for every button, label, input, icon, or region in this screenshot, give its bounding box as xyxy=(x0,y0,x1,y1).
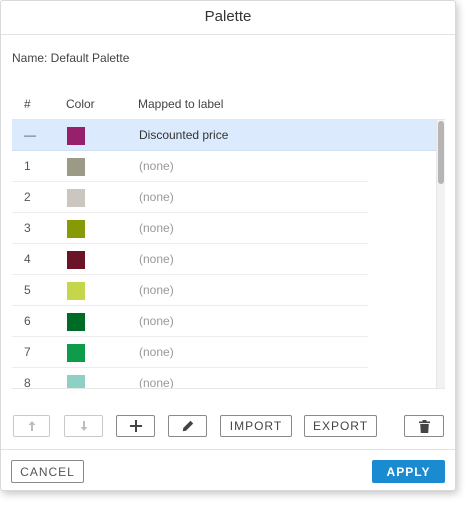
cancel-button[interactable]: CANCEL xyxy=(11,460,84,483)
palette-row[interactable]: 5 (none) xyxy=(12,275,368,306)
import-button[interactable]: IMPORT xyxy=(220,415,292,437)
table-header: # Color Mapped to label xyxy=(12,97,436,115)
palette-list[interactable]: — Discounted price 1 (none) 2 (none) 3 (none) 4 (… xyxy=(12,119,445,389)
move-down-button[interactable] xyxy=(64,415,103,437)
header-number: # xyxy=(24,97,31,111)
row-number: 7 xyxy=(24,345,31,359)
footer-divider xyxy=(1,449,455,450)
color-swatch[interactable] xyxy=(67,189,85,207)
plus-icon xyxy=(129,420,142,432)
palette-row[interactable]: — Discounted price xyxy=(12,120,436,151)
palette-row[interactable]: 7 (none) xyxy=(12,337,368,368)
mapped-label: (none) xyxy=(139,283,174,297)
scrollbar-thumb[interactable] xyxy=(438,121,444,184)
arrow-down-icon xyxy=(80,421,87,431)
row-number: 8 xyxy=(24,376,31,389)
mapped-label: (none) xyxy=(139,376,174,389)
add-color-button[interactable] xyxy=(116,415,155,437)
palette-row[interactable]: 2 (none) xyxy=(12,182,368,213)
row-number: — xyxy=(24,128,36,142)
palette-dialog: Palette Name: Default Palette # Color Ma… xyxy=(0,0,456,491)
move-up-button[interactable] xyxy=(13,415,50,437)
color-swatch[interactable] xyxy=(67,313,85,331)
palette-row[interactable]: 4 (none) xyxy=(12,244,368,275)
palette-name: Name: Default Palette xyxy=(12,51,130,65)
color-swatch[interactable] xyxy=(67,282,85,300)
row-number: 2 xyxy=(24,190,31,204)
dialog-title: Palette xyxy=(1,1,455,35)
mapped-label: (none) xyxy=(139,190,174,204)
export-button[interactable]: EXPORT xyxy=(304,415,377,437)
color-swatch[interactable] xyxy=(67,251,85,269)
row-number: 3 xyxy=(24,221,31,235)
header-color: Color xyxy=(66,97,95,111)
palette-row[interactable]: 6 (none) xyxy=(12,306,368,337)
row-number: 4 xyxy=(24,252,31,266)
mapped-label: (none) xyxy=(139,252,174,266)
mapped-label: Discounted price xyxy=(139,128,229,142)
row-number: 1 xyxy=(24,159,31,173)
row-number: 6 xyxy=(24,314,31,328)
mapped-label: (none) xyxy=(139,159,174,173)
color-swatch[interactable] xyxy=(67,127,85,145)
pencil-icon xyxy=(182,420,193,432)
palette-row[interactable]: 3 (none) xyxy=(12,213,368,244)
header-mapped-label: Mapped to label xyxy=(138,97,224,111)
color-swatch[interactable] xyxy=(67,220,85,238)
apply-button[interactable]: APPLY xyxy=(372,460,445,483)
row-number: 5 xyxy=(24,283,31,297)
trash-icon xyxy=(418,419,430,433)
color-swatch[interactable] xyxy=(67,375,85,388)
list-scrollbar[interactable] xyxy=(436,120,445,388)
mapped-label: (none) xyxy=(139,345,174,359)
edit-color-button[interactable] xyxy=(168,415,207,437)
arrow-up-icon xyxy=(28,421,35,431)
delete-color-button[interactable] xyxy=(404,415,444,437)
palette-row[interactable]: 1 (none) xyxy=(12,151,368,182)
mapped-label: (none) xyxy=(139,221,174,235)
color-swatch[interactable] xyxy=(67,344,85,362)
color-swatch[interactable] xyxy=(67,158,85,176)
palette-row[interactable]: 8 (none) xyxy=(12,368,368,389)
mapped-label: (none) xyxy=(139,314,174,328)
